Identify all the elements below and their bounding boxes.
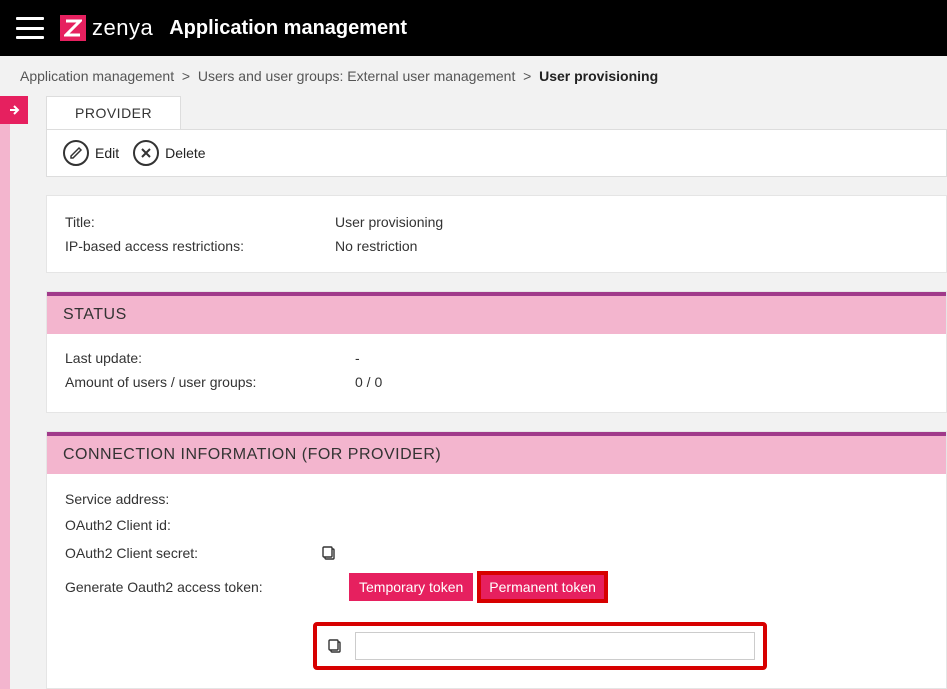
status-section: STATUS Last update: - Amount of users / … — [46, 291, 947, 413]
breadcrumb-link[interactable]: Users and user groups: External user man… — [198, 68, 516, 84]
connection-label: Service address: — [65, 491, 319, 507]
permanent-token-button[interactable]: Permanent token — [479, 573, 606, 601]
status-heading: STATUS — [47, 296, 946, 334]
brand-mark-icon — [60, 15, 86, 41]
app-title: Application management — [169, 17, 407, 40]
actions-toolbar: Edit Delete — [46, 129, 947, 177]
top-bar: zenya Application management — [0, 0, 947, 56]
copy-icon[interactable] — [319, 543, 339, 563]
summary-row: Title: User provisioning — [65, 210, 928, 234]
connection-heading: CONNECTION INFORMATION (FOR PROVIDER) — [47, 436, 946, 474]
breadcrumb-sep: > — [523, 68, 531, 84]
status-row: Last update: - — [65, 346, 928, 370]
token-output-group — [313, 622, 767, 670]
breadcrumb-current: User provisioning — [539, 68, 658, 84]
summary-row: IP-based access restrictions: No restric… — [65, 234, 928, 258]
summary-label: Title: — [65, 214, 335, 230]
connection-label: OAuth2 Client id: — [65, 517, 319, 533]
temporary-token-button[interactable]: Temporary token — [349, 573, 473, 601]
connection-section: CONNECTION INFORMATION (FOR PROVIDER) Se… — [46, 431, 947, 689]
breadcrumb: Application management > Users and user … — [0, 56, 947, 96]
x-icon — [133, 140, 159, 166]
connection-row: Service address: — [65, 486, 928, 512]
connection-row: Generate Oauth2 access token: Temporary … — [65, 568, 928, 606]
status-value: 0 / 0 — [355, 374, 928, 390]
tab-provider[interactable]: PROVIDER — [46, 96, 181, 129]
edit-button[interactable]: Edit — [63, 140, 119, 166]
expand-sidebar-button[interactable] — [0, 96, 28, 124]
tab-row: PROVIDER — [46, 96, 947, 129]
connection-row: OAuth2 Client secret: — [65, 538, 928, 568]
connection-label: Generate Oauth2 access token: — [65, 579, 319, 595]
brand-text: zenya — [92, 15, 153, 41]
copy-icon[interactable] — [325, 636, 345, 656]
status-label: Last update: — [65, 350, 355, 366]
connection-row: OAuth2 Client id: — [65, 512, 928, 538]
hamburger-icon[interactable] — [16, 17, 44, 39]
pencil-icon — [63, 140, 89, 166]
summary-card: Title: User provisioning IP-based access… — [46, 195, 947, 273]
breadcrumb-link[interactable]: Application management — [20, 68, 174, 84]
token-input[interactable] — [355, 632, 755, 660]
summary-value: No restriction — [335, 238, 928, 254]
main-content: PROVIDER Edit Delete Title: User provisi… — [28, 96, 947, 689]
edit-label: Edit — [95, 145, 119, 161]
connection-label: OAuth2 Client secret: — [65, 545, 319, 561]
brand-logo[interactable]: zenya — [60, 15, 153, 41]
status-row: Amount of users / user groups: 0 / 0 — [65, 370, 928, 394]
arrow-right-icon — [7, 103, 21, 117]
summary-value: User provisioning — [335, 214, 928, 230]
summary-label: IP-based access restrictions: — [65, 238, 335, 254]
breadcrumb-sep: > — [182, 68, 190, 84]
side-accent-strip — [0, 124, 10, 689]
status-value: - — [355, 350, 928, 366]
delete-label: Delete — [165, 145, 205, 161]
status-label: Amount of users / user groups: — [65, 374, 355, 390]
delete-button[interactable]: Delete — [133, 140, 205, 166]
